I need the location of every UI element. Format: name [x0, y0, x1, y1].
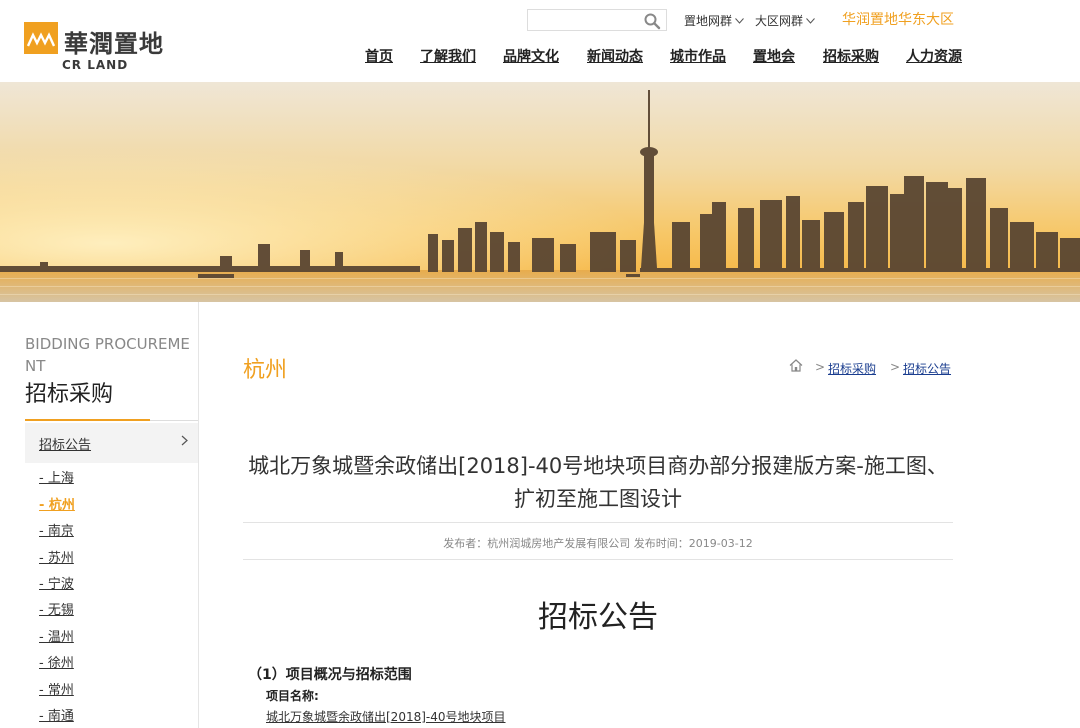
search-icon[interactable]	[643, 12, 661, 30]
divider	[243, 522, 953, 523]
divider	[243, 559, 953, 560]
sidebar-city-shanghai[interactable]: - 上海	[39, 467, 74, 486]
breadcrumb-bid-notice[interactable]: 招标公告	[903, 360, 951, 377]
sidebar-item-label: 招标公告	[39, 438, 92, 453]
search-box	[527, 9, 667, 31]
sidebar-divider-accent	[25, 419, 150, 421]
breadcrumb-separator: >	[890, 360, 901, 374]
skyline-banner	[0, 82, 1080, 302]
nav-news[interactable]: 新闻动态	[587, 46, 643, 66]
document-heading: 招标公告	[538, 600, 658, 635]
article-meta: 发布者：杭州润城房地产发展有限公司 发布时间：2019-03-12	[443, 537, 753, 550]
sidebar-city-nanjing[interactable]: - 南京	[39, 520, 74, 539]
sidebar-city-suzhou[interactable]: - 苏州	[39, 547, 74, 566]
article-title: 城北万象城暨余政储出[2018]-40号地块项目商办部分报建版方案-施工图、扩初…	[248, 454, 948, 511]
logo-text-en: CR LAND	[62, 58, 129, 72]
sidebar-city-nantong[interactable]: - 南通	[39, 705, 74, 724]
logo-mark-icon	[24, 22, 58, 54]
home-icon[interactable]	[789, 359, 803, 372]
breadcrumb-separator: >	[815, 360, 826, 374]
chevron-right-icon	[181, 435, 188, 446]
sidebar-item-bid-notice[interactable]: 招标公告	[25, 423, 198, 463]
nav-works[interactable]: 城市作品	[670, 46, 726, 66]
nav-club[interactable]: 置地会	[753, 46, 795, 66]
chevron-down-icon	[806, 18, 815, 24]
site-header: 華潤置地 CR LAND 置地网群 大区网群 华润置地华东大区 首页 了解我们 …	[0, 0, 1080, 82]
region-title[interactable]: 华润置地华东大区	[842, 9, 954, 29]
site-group-label: 置地网群	[684, 14, 733, 28]
logo-text-cn: 華潤置地	[64, 29, 164, 58]
project-name-label: 项目名称:	[266, 689, 319, 703]
nav-hr[interactable]: 人力资源	[906, 46, 962, 66]
sidebar-city-changzhou[interactable]: - 常州	[39, 679, 74, 698]
nav-about[interactable]: 了解我们	[420, 46, 476, 66]
cr-land-logo[interactable]: 華潤置地 CR LAND	[24, 18, 163, 74]
sidebar-city-ningbo[interactable]: - 宁波	[39, 573, 74, 592]
section-heading: （1）项目概况与招标范围	[248, 667, 412, 683]
sidebar-title-en: BIDDING PROCUREMENT	[25, 335, 190, 375]
sidebar-title-cn: 招标采购	[25, 382, 114, 407]
chevron-down-icon	[735, 18, 744, 24]
nav-home[interactable]: 首页	[365, 46, 393, 66]
nav-bidding[interactable]: 招标采购	[823, 46, 879, 66]
sidebar-city-wuxi[interactable]: - 无锡	[39, 599, 74, 618]
breadcrumb-bidding[interactable]: 招标采购	[828, 360, 876, 377]
search-input[interactable]	[528, 11, 638, 31]
site-group-dropdown[interactable]: 置地网群	[684, 12, 744, 29]
sidebar: BIDDING PROCUREMENT 招标采购 招标公告 - 上海 - 杭州 …	[0, 302, 199, 728]
sidebar-city-hangzhou[interactable]: - 杭州	[39, 494, 75, 513]
region-group-label: 大区网群	[755, 14, 804, 28]
sidebar-city-xuzhou[interactable]: - 徐州	[39, 652, 74, 671]
sidebar-city-wenzhou[interactable]: - 温州	[39, 626, 74, 645]
project-name-value: 城北万象城暨余政储出[2018]-40号地块项目	[266, 710, 506, 724]
region-group-dropdown[interactable]: 大区网群	[755, 12, 815, 29]
nav-brand[interactable]: 品牌文化	[503, 46, 559, 66]
page-city-title: 杭州	[243, 358, 288, 383]
